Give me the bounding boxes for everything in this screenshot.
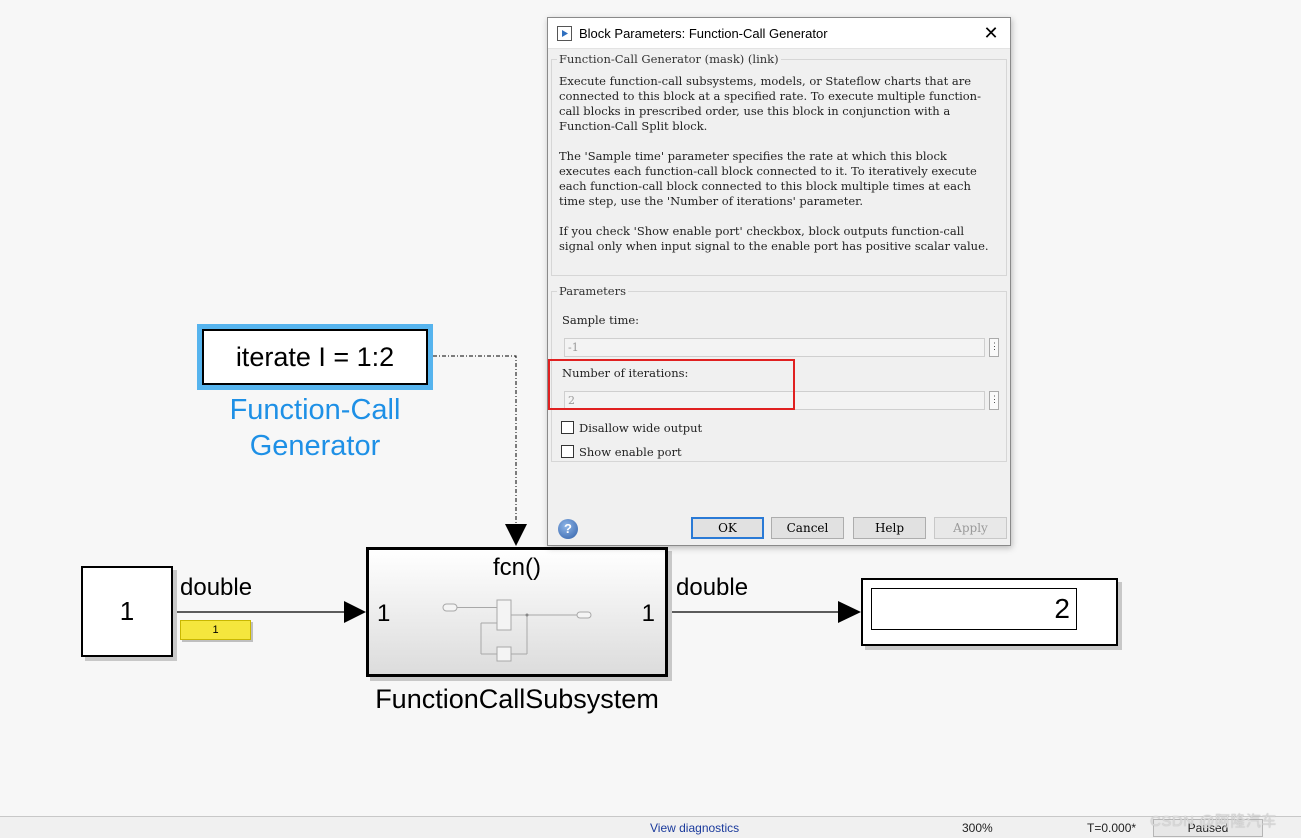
description-paragraph: Execute function-call subsystems, models… <box>559 74 981 133</box>
annotation-highlight-box <box>548 359 795 410</box>
simulation-time: T=0.000* <box>1087 821 1137 835</box>
display-block[interactable]: 2 <box>861 578 1118 646</box>
ok-button[interactable]: OK <box>691 517 764 539</box>
function-call-generator-block[interactable]: iterate I = 1:2 <box>197 324 433 390</box>
block-parameters-dialog: Block Parameters: Function-Call Generato… <box>547 17 1011 546</box>
value-label-badge: 1 <box>180 620 251 640</box>
iterations-menu-icon[interactable]: ⋮ <box>989 391 999 410</box>
description-paragraph: If you check 'Show enable port' checkbox… <box>559 224 989 253</box>
cancel-button[interactable]: Cancel <box>771 517 844 539</box>
sample-time-input[interactable]: -1 <box>564 338 985 357</box>
zoom-level: 300% <box>962 821 993 835</box>
close-icon[interactable]: ✕ <box>980 22 1002 44</box>
generator-text: iterate I = 1:2 <box>202 329 428 385</box>
parameters-legend: Parameters <box>559 284 626 298</box>
signal-in-datatype: double <box>180 574 253 601</box>
subsystem-icon <box>442 599 592 662</box>
constant-value: 1 <box>119 596 135 626</box>
description-text: Execute function-call subsystems, models… <box>552 66 1006 254</box>
trigger-label: fcn() <box>493 554 541 581</box>
view-diagnostics-link[interactable]: View diagnostics <box>650 821 739 835</box>
help-icon[interactable]: ? <box>558 519 578 539</box>
input-port-label: 1 <box>377 600 391 627</box>
description-legend: Function-Call Generator (mask) (link) <box>559 52 779 66</box>
sample-time-menu-icon[interactable]: ⋮ <box>989 338 999 357</box>
simulink-block-icon <box>557 26 572 41</box>
signal-out-datatype: double <box>676 574 749 601</box>
watermark: CSDN @阿隆汽车 <box>1150 813 1277 830</box>
description-group: Function-Call Generator (mask) (link) Ex… <box>551 52 1007 276</box>
generator-block-name: Function-Call Generator <box>229 394 401 462</box>
function-call-line[interactable] <box>433 355 517 526</box>
show-enable-label: Show enable port <box>579 445 682 459</box>
description-paragraph: The 'Sample time' parameter specifies th… <box>559 149 977 208</box>
output-port-label: 1 <box>641 600 655 627</box>
arrowhead-in <box>344 601 366 623</box>
function-call-subsystem-block[interactable]: fcn() 1 1 <box>366 547 668 677</box>
arrowhead-out <box>838 601 861 623</box>
sample-time-label: Sample time: <box>562 313 640 327</box>
constant-block[interactable]: 1 <box>81 566 173 657</box>
disallow-wide-label: Disallow wide output <box>579 421 703 435</box>
arrowhead-fcn <box>505 524 527 546</box>
dialog-title: Block Parameters: Function-Call Generato… <box>579 26 828 41</box>
help-button[interactable]: Help <box>853 517 926 539</box>
status-bar: View diagnostics 300% T=0.000* Paused <box>0 816 1301 838</box>
disallow-wide-checkbox[interactable] <box>561 421 574 434</box>
subsystem-block-name: FunctionCallSubsystem <box>375 684 659 714</box>
dialog-titlebar[interactable]: Block Parameters: Function-Call Generato… <box>548 18 1010 49</box>
apply-button[interactable]: Apply <box>934 517 1007 539</box>
display-value: 2 <box>871 588 1077 630</box>
show-enable-checkbox[interactable] <box>561 445 574 458</box>
